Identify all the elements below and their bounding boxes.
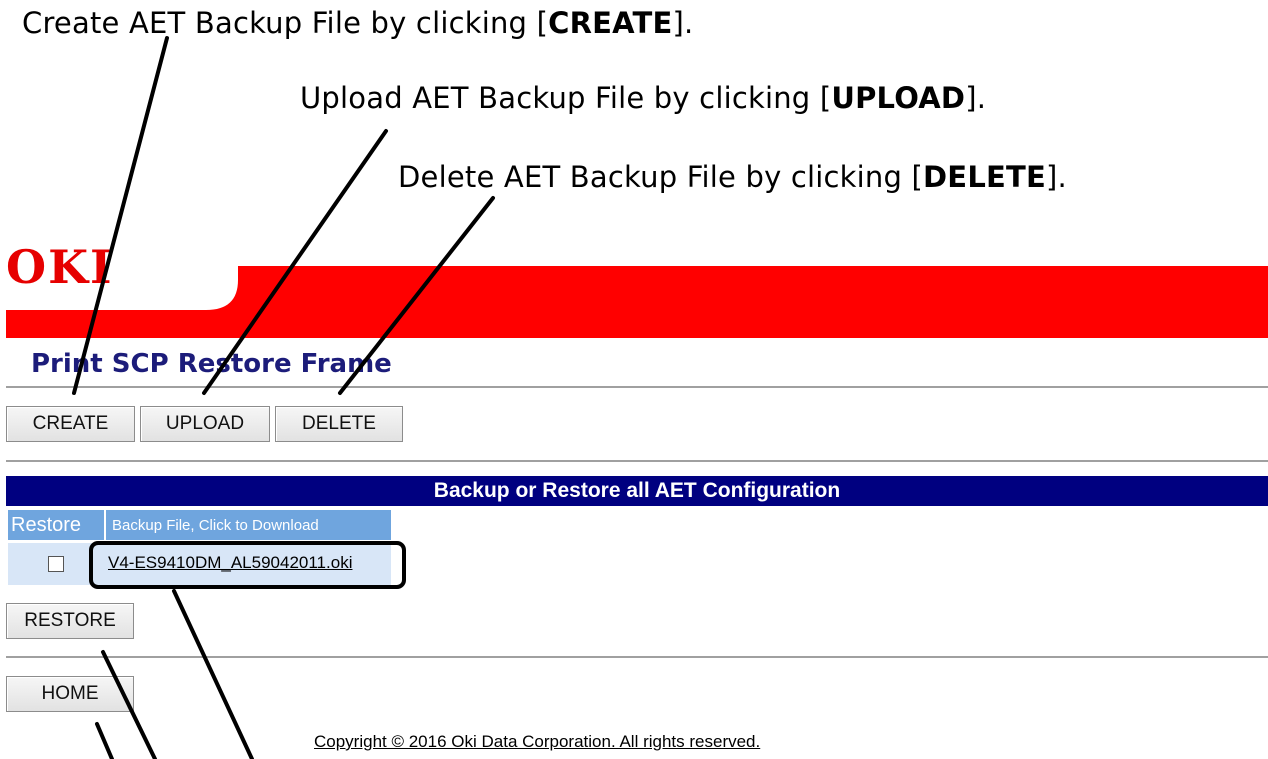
column-header-restore: Restore (8, 510, 104, 540)
pointer-line-home (95, 722, 114, 759)
copyright-link[interactable]: Copyright © 2016 Oki Data Corporation. A… (314, 732, 760, 752)
page-title: Print SCP Restore Frame (31, 349, 392, 379)
create-button[interactable]: CREATE (6, 406, 135, 442)
highlight-box (89, 541, 406, 589)
divider (6, 460, 1268, 462)
restore-button[interactable]: RESTORE (6, 603, 134, 639)
oki-logo: OKI (6, 240, 114, 294)
home-button[interactable]: HOME (6, 676, 134, 712)
upload-button[interactable]: UPLOAD (140, 406, 270, 442)
divider (6, 656, 1268, 658)
restore-checkbox[interactable] (48, 556, 64, 572)
divider (6, 386, 1268, 388)
callout-delete: Delete AET Backup File by clicking [DELE… (398, 160, 1067, 194)
column-header-backup-file: Backup File, Click to Download (106, 510, 391, 540)
pointer-line-download (172, 589, 254, 759)
pointer-line-create (72, 36, 169, 395)
delete-button[interactable]: DELETE (275, 406, 403, 442)
brand-banner (6, 266, 1268, 338)
callout-upload: Upload AET Backup File by clicking [UPLO… (300, 81, 987, 115)
table-title: Backup or Restore all AET Configuration (6, 476, 1268, 506)
callout-create: Create AET Backup File by clicking [CREA… (22, 6, 694, 40)
